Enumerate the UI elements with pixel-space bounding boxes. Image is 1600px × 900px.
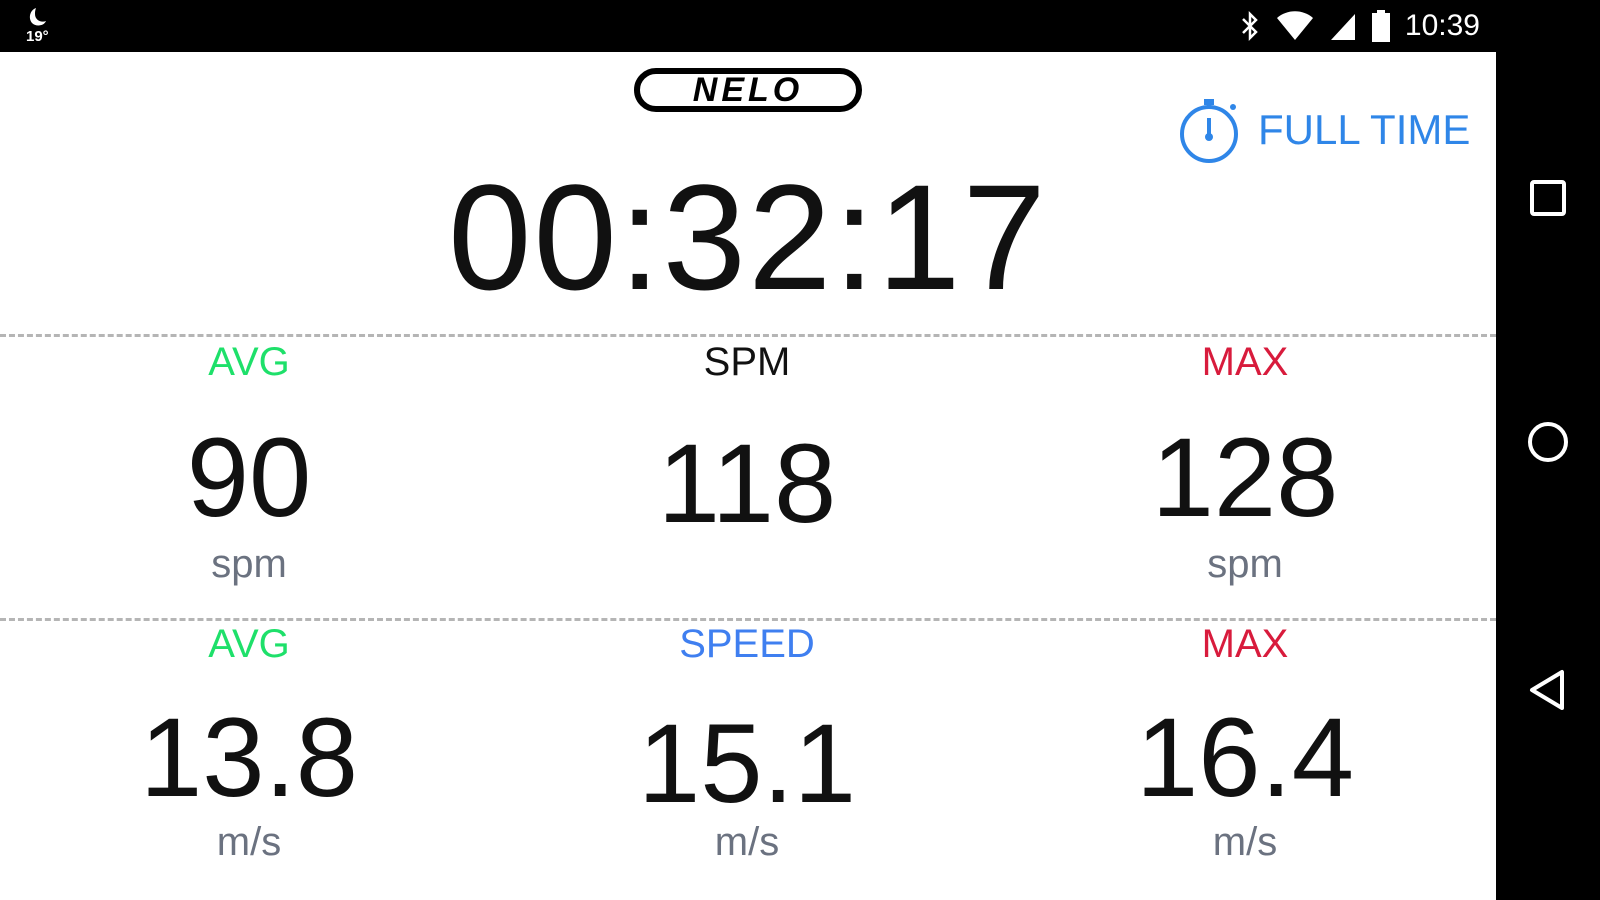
status-bar: 19° 10:39 <box>0 0 1600 52</box>
speed-avg-panel: AVG <box>0 624 498 664</box>
logo-text: NELO <box>693 71 803 109</box>
home-button[interactable] <box>1524 418 1572 466</box>
back-button[interactable] <box>1524 666 1572 714</box>
recents-square-icon <box>1530 180 1566 216</box>
divider-middle <box>0 618 1496 621</box>
spm-avg-label: AVG <box>208 340 290 384</box>
divider-top <box>0 334 1496 337</box>
speed-max-value: 16.4 <box>1136 695 1354 820</box>
speed-current-unit-panel: m/s <box>498 822 996 862</box>
battery-icon <box>1371 10 1390 42</box>
spm-avg-value: 90 <box>186 415 312 540</box>
spm-max-panel: MAX <box>996 342 1494 382</box>
spm-avg-unit-panel: spm <box>0 544 498 584</box>
clock: 10:39 <box>1404 9 1480 42</box>
speed-max-value-panel: 16.4 <box>996 702 1494 814</box>
wifi-icon <box>1276 11 1313 40</box>
full-time-label: FULL TIME <box>1258 106 1471 153</box>
full-time-mode-button[interactable]: FULL TIME <box>1178 96 1470 164</box>
weather-temp: 19° <box>26 28 49 45</box>
speed-max-label: MAX <box>1201 622 1289 666</box>
speed-current-unit: m/s <box>714 820 780 864</box>
speed-avg-value: 13.8 <box>140 695 358 820</box>
stopwatch-icon <box>1180 99 1238 163</box>
spm-avg-value-panel: 90 <box>0 422 498 534</box>
app-screen: NELO FULL TIME 00:32:17 AVG 90 spm SPM 1… <box>0 52 1496 900</box>
spm-max-unit-panel: spm <box>996 544 1494 584</box>
spm-current-panel: SPM <box>498 342 996 382</box>
spm-current-value-panel: 118 <box>498 428 996 540</box>
spm-current-label: SPM <box>703 340 791 384</box>
spm-avg-panel: AVG <box>0 342 498 382</box>
spm-max-label: MAX <box>1201 340 1289 384</box>
bluetooth-icon <box>1242 10 1258 42</box>
spm-max-value-panel: 128 <box>996 422 1494 534</box>
speed-avg-unit-panel: m/s <box>0 822 498 862</box>
speed-current-value-panel: 15.1 <box>498 708 996 820</box>
home-circle-icon <box>1528 422 1568 462</box>
speed-max-panel: MAX <box>996 624 1494 664</box>
back-triangle-icon <box>1530 670 1564 710</box>
speed-max-unit-panel: m/s <box>996 822 1494 862</box>
speed-avg-value-panel: 13.8 <box>0 702 498 814</box>
speed-avg-unit: m/s <box>216 820 282 864</box>
speed-current-label: SPEED <box>679 622 815 666</box>
spm-max-unit: spm <box>1207 542 1283 586</box>
status-icons: 10:39 <box>1239 8 1480 44</box>
speed-avg-label: AVG <box>208 622 290 666</box>
nelo-logo: NELO <box>634 68 862 112</box>
speed-current-value: 15.1 <box>638 701 856 826</box>
cell-signal-icon <box>1330 14 1355 40</box>
speed-max-unit: m/s <box>1212 820 1278 864</box>
weather-indicator: 19° <box>22 6 62 48</box>
spm-avg-unit: spm <box>211 542 287 586</box>
elapsed-timer: 00:32:17 <box>448 153 1048 321</box>
speed-current-panel: SPEED <box>498 624 996 664</box>
navigation-bar <box>1496 52 1600 900</box>
spm-max-value: 128 <box>1151 415 1339 540</box>
recents-button[interactable] <box>1524 174 1572 222</box>
spm-current-value: 118 <box>657 421 837 546</box>
